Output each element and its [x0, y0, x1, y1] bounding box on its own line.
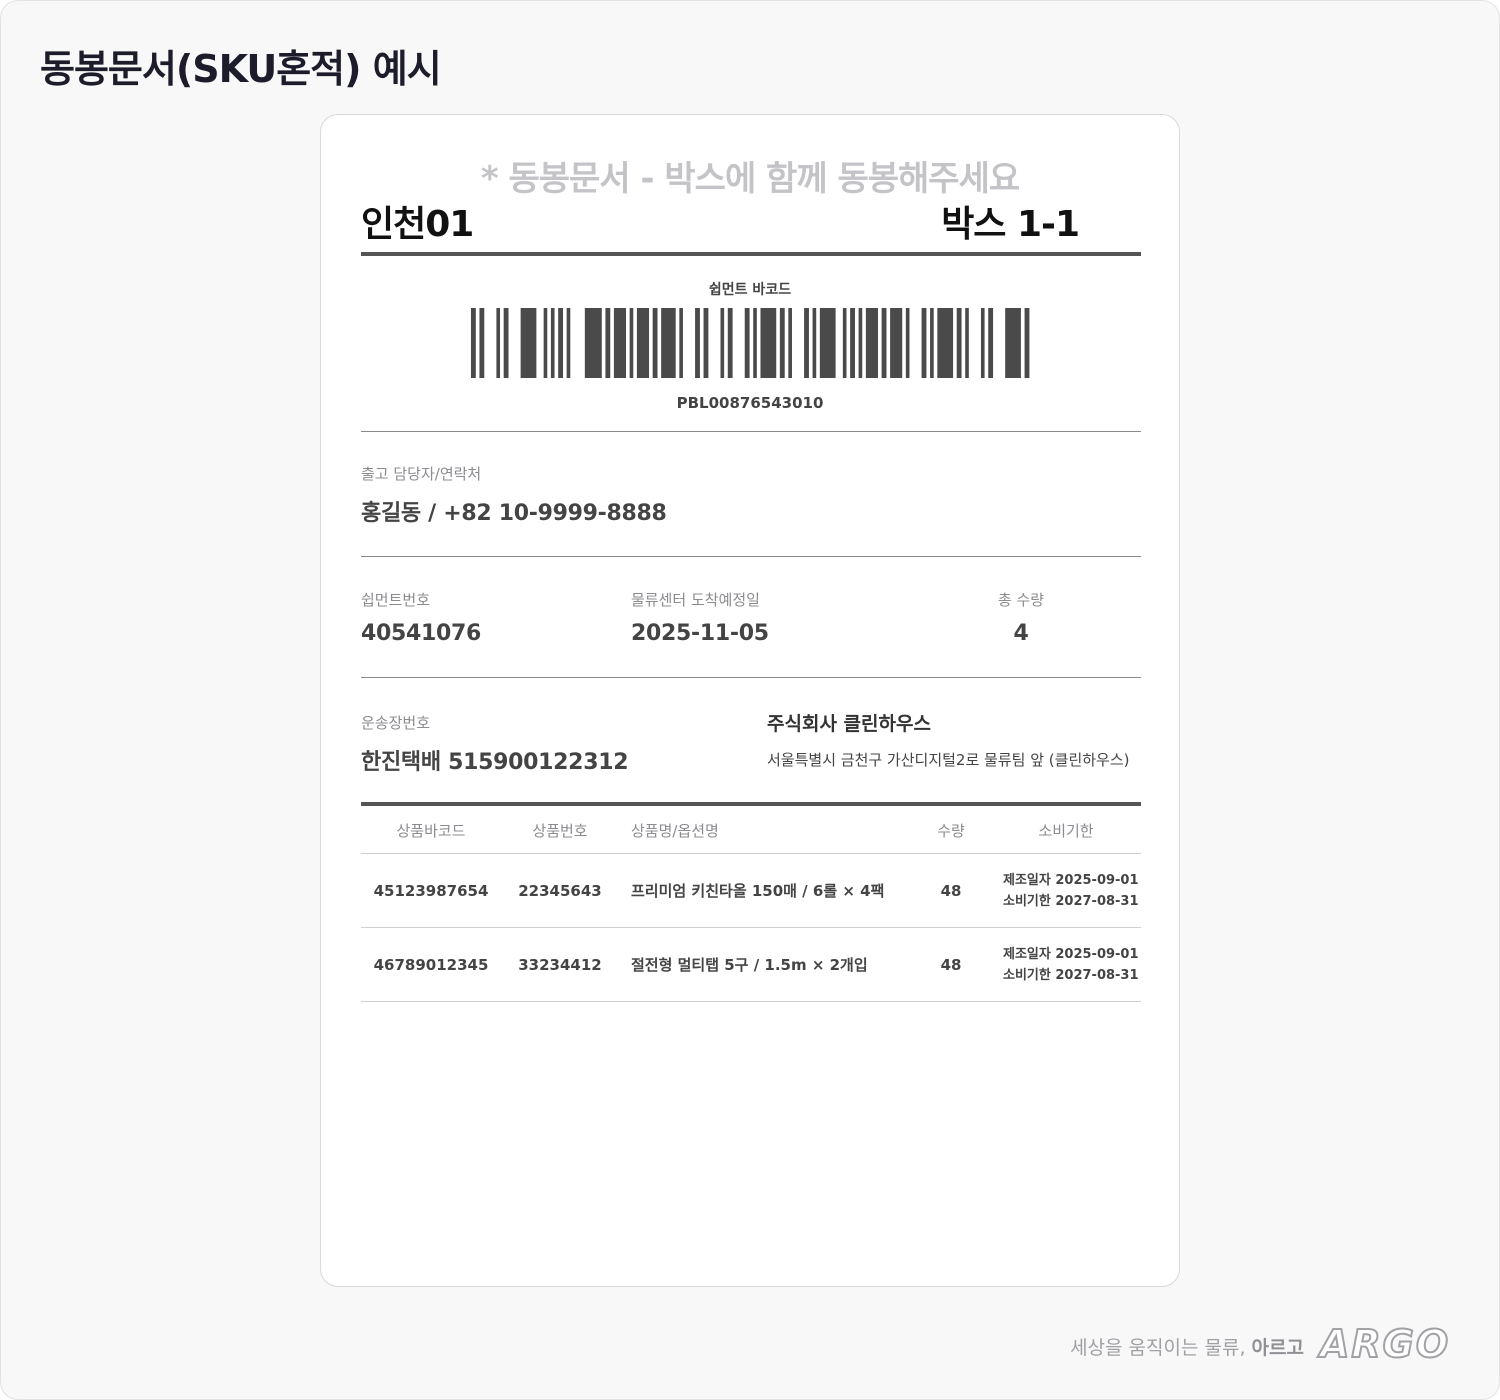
arrival-date-label: 물류센터 도착예정일	[631, 591, 760, 609]
manager-label: 출고 담당자/연락처	[361, 465, 482, 483]
total-qty-label: 총 수량	[997, 591, 1045, 609]
barcode-bar	[520, 308, 537, 378]
manager-value: 홍길동 / +82 10-9999-8888	[361, 501, 667, 526]
enclosed-document: * 동봉문서 - 박스에 함께 동봉해주세요 인천01 박스 1-1 쉽먼트 바…	[320, 114, 1180, 1287]
col-header-product-no: 상품번호	[501, 808, 619, 854]
divider	[361, 556, 1141, 557]
col-header-barcode: 상품바코드	[361, 808, 501, 854]
barcode-bar	[842, 308, 847, 378]
cell-name: 절전형 멀티탭 5구 / 1.5m × 2개입	[619, 927, 911, 1002]
barcode-value: PBL00876543010	[676, 394, 824, 412]
footer-slogan: 세상을 움직이는 물류, 아르고	[1070, 1333, 1304, 1360]
col-header-name: 상품명/옵션명	[619, 808, 911, 854]
barcode-bar	[956, 308, 962, 378]
barcode-bar	[703, 308, 709, 378]
page-title: 동봉문서(SKU혼적) 예시	[40, 47, 442, 91]
enclosure-notice: * 동봉문서 - 박스에 함께 동봉해주세요	[480, 159, 1020, 199]
barcode-bar	[566, 308, 571, 378]
barcode-bar	[1024, 308, 1030, 378]
barcode-bar	[661, 308, 676, 378]
barcode-bar	[720, 308, 725, 378]
slogan-brand: 아르고	[1251, 1337, 1304, 1359]
divider	[361, 431, 1141, 432]
barcode-bar	[760, 308, 777, 378]
barcode-bar	[850, 308, 855, 378]
barcode-bar	[804, 308, 809, 378]
cell-qty: 48	[911, 927, 991, 1002]
barcode-bar	[679, 308, 683, 378]
barcode-bar	[937, 308, 954, 378]
barcode-bar	[921, 308, 927, 378]
shipment-number-label: 쉽먼트번호	[361, 591, 431, 609]
cell-expiry: 제조일자 2025-09-01 소비기한 2027-08-31	[991, 927, 1141, 1002]
sender-company: 주식회사 클린하우스	[767, 713, 931, 735]
barcode-bar	[890, 308, 903, 378]
barcode-bar	[881, 308, 887, 378]
barcode-bar	[930, 308, 934, 378]
barcode-bar	[503, 308, 509, 378]
barcode-bar	[543, 308, 548, 378]
box-label: 박스 1-1	[941, 204, 1080, 245]
barcode-bar	[550, 308, 555, 378]
barcode-bar	[858, 308, 863, 378]
sender-address: 서울특별시 금천구 가산디지털2로 물류팀 앞 (클린하우스)	[767, 751, 1130, 769]
cell-product-no: 33234412	[501, 927, 619, 1002]
barcode-bar	[744, 308, 750, 378]
barcode-bar	[1005, 308, 1021, 378]
barcode-bar	[695, 308, 700, 378]
barcode-bar	[812, 308, 817, 378]
cell-mfg-date: 제조일자 2025-09-01	[1003, 872, 1139, 888]
barcode-bar	[605, 308, 611, 378]
cell-name: 프리미엄 키친타올 150매 / 6롤 × 4팩	[619, 853, 911, 928]
table-row: 46789012345 33234412 절전형 멀티탭 5구 / 1.5m ×…	[361, 927, 1141, 1002]
barcode-bar	[980, 308, 985, 378]
slogan-text: 세상을 움직이는 물류,	[1070, 1337, 1252, 1359]
col-header-qty: 수량	[911, 808, 991, 854]
cell-barcode: 46789012345	[361, 927, 501, 1002]
table-row: 45123987654 22345643 프리미엄 키친타올 150매 / 6롤…	[361, 853, 1141, 928]
barcode-label: 쉽먼트 바코드	[708, 282, 792, 298]
cell-exp-date: 소비기한 2027-08-31	[1003, 967, 1139, 983]
waybill-value: 한진택배 515900122312	[361, 750, 629, 775]
argo-logo: ARGO	[1319, 1321, 1451, 1367]
total-qty-value: 4	[1013, 621, 1029, 646]
cell-expiry: 제조일자 2025-09-01 소비기한 2027-08-31	[991, 853, 1141, 928]
col-header-expiry: 소비기한	[991, 808, 1141, 854]
waybill-label: 운송장번호	[361, 714, 431, 732]
shipment-number-value: 40541076	[361, 621, 482, 646]
center-name: 인천01	[361, 204, 474, 245]
divider	[361, 677, 1141, 678]
barcode-bar	[988, 308, 994, 378]
barcode-bar	[819, 308, 836, 378]
cell-product-no: 22345643	[501, 853, 619, 928]
table-top-divider	[361, 802, 1141, 806]
items-table: 상품바코드 상품번호 상품명/옵션명 수량 소비기한 45123987654 2…	[361, 808, 1141, 1002]
arrival-date-value: 2025-11-05	[631, 621, 769, 646]
barcode-bar	[753, 308, 757, 378]
barcode-bar	[470, 308, 476, 378]
barcode-bar	[558, 308, 564, 378]
cell-exp-date: 소비기한 2027-08-31	[1003, 893, 1139, 909]
barcode-bar	[479, 308, 485, 378]
cell-mfg-date: 제조일자 2025-09-01	[1003, 946, 1139, 962]
barcode-bar	[652, 308, 658, 378]
barcode-bar	[865, 308, 878, 378]
table-header-row: 상품바코드 상품번호 상품명/옵션명 수량 소비기한	[361, 808, 1141, 854]
barcode-bar	[496, 308, 501, 378]
header-divider	[361, 252, 1141, 256]
barcode-bar	[629, 308, 634, 378]
barcode-bar	[788, 308, 792, 378]
barcode-bar	[779, 308, 785, 378]
barcode-bar	[905, 308, 910, 378]
cell-barcode: 45123987654	[361, 853, 501, 928]
shipment-barcode	[470, 308, 1030, 378]
cell-qty: 48	[911, 853, 991, 928]
barcode-bar	[584, 308, 602, 378]
barcode-bar	[613, 308, 627, 378]
barcode-bar	[727, 308, 733, 378]
barcode-bar	[636, 308, 650, 378]
barcode-bar	[965, 308, 969, 378]
